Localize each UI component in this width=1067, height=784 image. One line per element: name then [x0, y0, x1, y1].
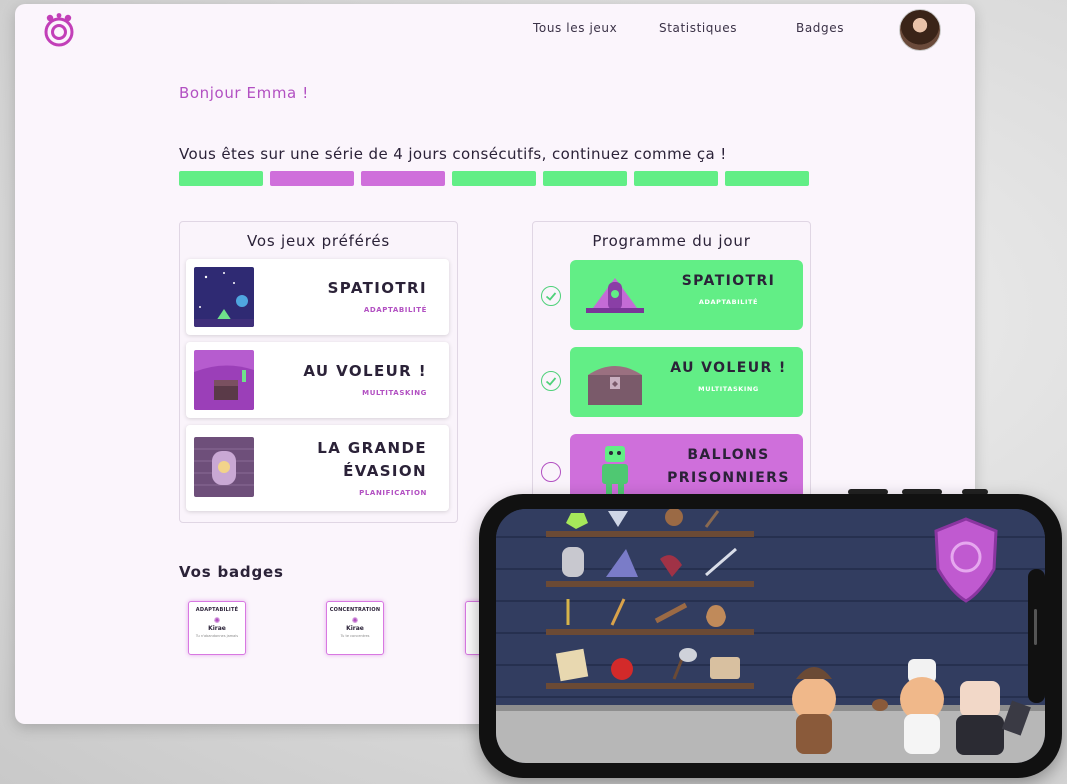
favorites-panel: Vos jeux préférés SPATIOTRI ADAPTABILITÉ — [179, 221, 458, 523]
program-panel: Programme du jour SPATIOTRI ADAPTABILITÉ — [532, 221, 811, 523]
avatar[interactable] — [899, 9, 941, 51]
favorite-category: MULTITASKING — [362, 389, 427, 397]
program-name: AU VOLEUR ! — [670, 360, 787, 376]
nav-badges[interactable]: Badges — [796, 21, 844, 35]
robot-icon — [602, 446, 628, 494]
program-title: Programme du jour — [592, 232, 751, 250]
streak-bars — [179, 171, 809, 186]
favorites-title: Vos jeux préférés — [247, 232, 390, 250]
favorite-game-card[interactable]: LA GRANDE ÉVASION PLANIFICATION — [186, 425, 449, 511]
check-circle-icon — [541, 286, 561, 306]
streak-day-3 — [361, 171, 445, 186]
spatiotri-thumbnail — [194, 267, 254, 327]
favorite-name-line-1: LA GRANDE — [317, 439, 427, 457]
program-category: MULTITASKING — [698, 385, 759, 393]
program-name-line-2: PRISONNIERS — [667, 470, 790, 486]
check-circle-icon — [541, 371, 561, 391]
unchecked-circle-icon — [541, 462, 561, 482]
favorite-game-card[interactable]: SPATIOTRI ADAPTABILITÉ — [186, 259, 449, 335]
favorite-name: AU VOLEUR ! — [303, 362, 427, 380]
grande-evasion-thumbnail — [194, 437, 254, 497]
streak-day-6 — [634, 171, 718, 186]
favorite-category: PLANIFICATION — [359, 489, 427, 497]
phone-mockup — [479, 494, 1062, 778]
streak-text: Vous êtes sur une série de 4 jours consé… — [179, 145, 727, 163]
streak-day-7 — [725, 171, 809, 186]
program-name: SPATIOTRI — [681, 273, 776, 289]
program-item[interactable]: AU VOLEUR ! MULTITASKING — [533, 347, 809, 419]
badges-title: Vos badges — [179, 563, 284, 581]
program-card[interactable]: AU VOLEUR ! MULTITASKING — [570, 347, 803, 417]
streak-day-5 — [543, 171, 627, 186]
nav-all-games[interactable]: Tous les jeux — [533, 21, 617, 35]
badge-title: ADAPTABILITÉ — [195, 607, 239, 613]
greeting: Bonjour Emma ! — [179, 84, 309, 102]
spaceship-icon — [586, 278, 644, 313]
kirae-logo-icon: ✺ — [351, 616, 359, 625]
badge-brand: Kirae — [346, 625, 364, 632]
program-category: ADAPTABILITÉ — [698, 298, 759, 306]
streak-day-2 — [270, 171, 354, 186]
badge-card[interactable]: CONCENTRATION ✺ Kirae Tu te concentres — [326, 601, 384, 655]
favorite-name-line-2: ÉVASION — [343, 462, 427, 480]
nav-statistics[interactable]: Statistiques — [659, 21, 737, 35]
favorite-category: ADAPTABILITÉ — [363, 306, 427, 314]
badge-subtitle: Tu te concentres — [340, 634, 370, 638]
kirae-logo-icon: ✺ — [213, 616, 221, 625]
streak-day-1 — [179, 171, 263, 186]
streak-day-4 — [452, 171, 536, 186]
favorite-name: SPATIOTRI — [327, 279, 427, 297]
kirae-logo-icon[interactable] — [41, 12, 77, 48]
badge-card[interactable]: ADAPTABILITÉ ✺ Kirae Tu n'abandonnes jam… — [188, 601, 246, 655]
favorite-game-card[interactable]: AU VOLEUR ! MULTITASKING — [186, 342, 449, 418]
program-card[interactable]: SPATIOTRI ADAPTABILITÉ — [570, 260, 803, 330]
badge-subtitle: Tu n'abandonnes jamais — [195, 634, 239, 638]
badge-title: CONCENTRATION — [329, 607, 381, 613]
badge-brand: Kirae — [208, 625, 226, 632]
treasure-chest-icon — [588, 366, 642, 405]
program-name-line-1: BALLONS — [687, 447, 770, 463]
au-voleur-thumbnail — [194, 350, 254, 410]
program-item[interactable]: SPATIOTRI ADAPTABILITÉ — [533, 260, 809, 332]
game-screen-illustration — [496, 509, 1045, 763]
